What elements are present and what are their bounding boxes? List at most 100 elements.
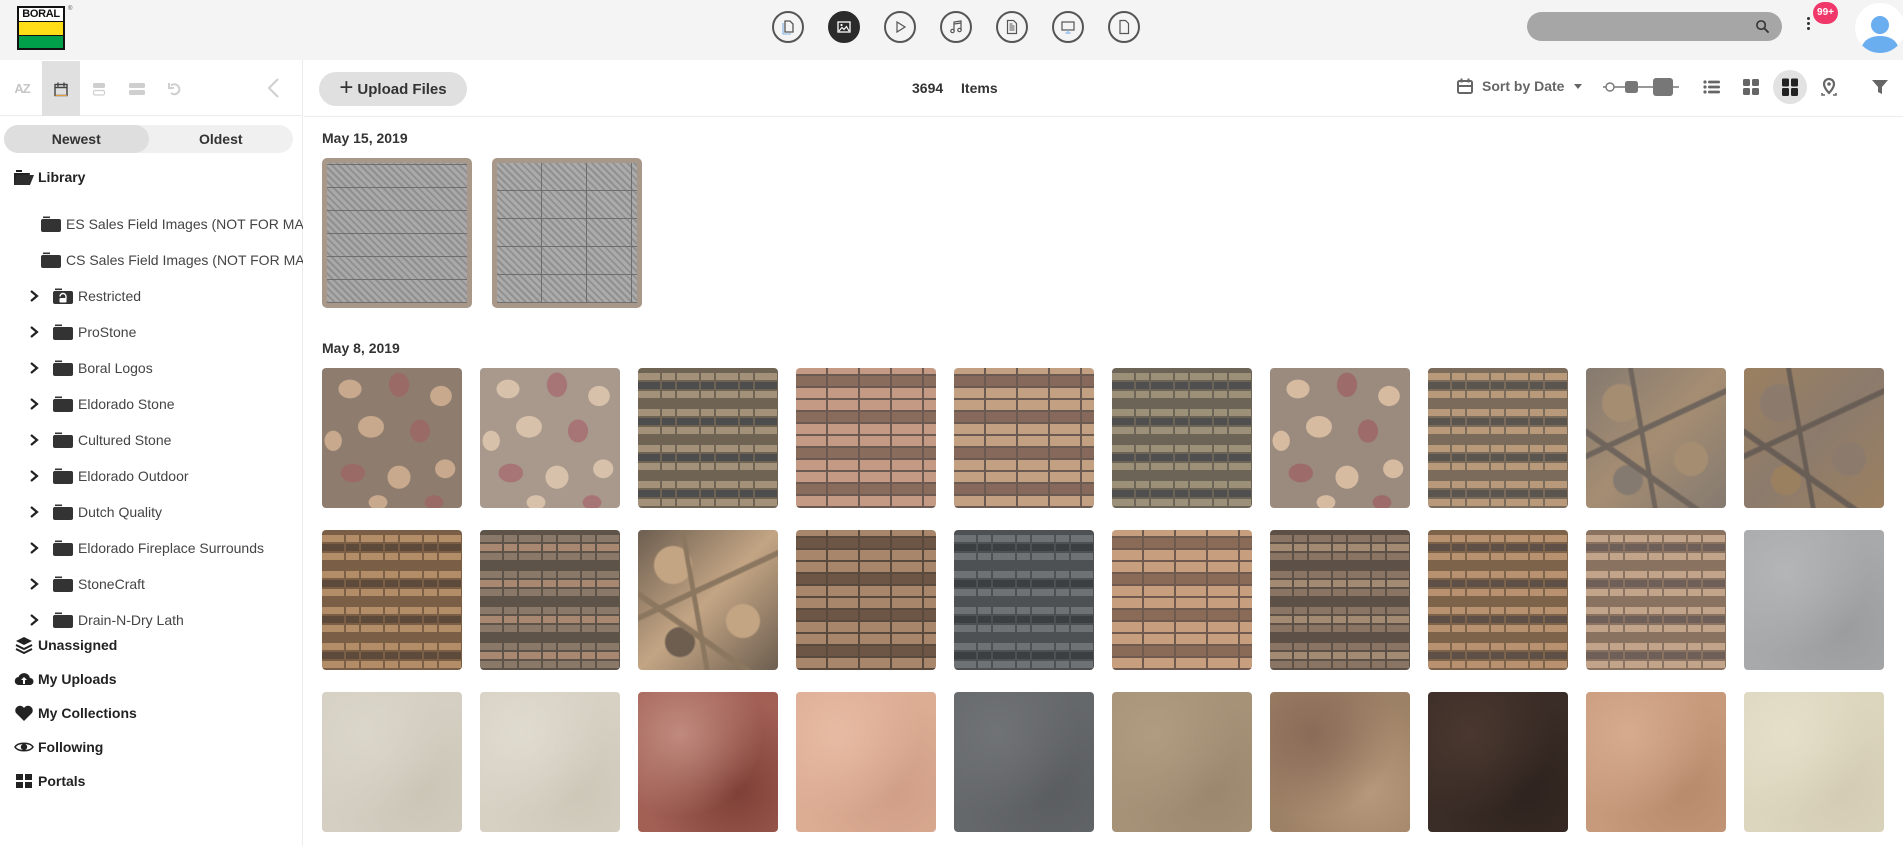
- sort-by-date-button[interactable]: [42, 61, 80, 116]
- asset-thumbnail[interactable]: [638, 692, 778, 832]
- asset-thumbnail[interactable]: [1270, 368, 1410, 508]
- asset-thumbnail[interactable]: [492, 158, 642, 308]
- thumbnail-size-slider[interactable]: [1601, 75, 1681, 99]
- filter-all-files-button[interactable]: [772, 11, 804, 43]
- asset-thumbnail[interactable]: [480, 530, 620, 670]
- asset-thumbnail[interactable]: [1744, 368, 1884, 508]
- chevron-right-icon[interactable]: [28, 325, 40, 339]
- sidebar-link-following[interactable]: Following: [14, 730, 137, 764]
- asset-thumbnail[interactable]: [796, 368, 936, 508]
- sidebar: AZ Newest Oldest Library ES Sales Field …: [0, 60, 303, 846]
- asset-thumbnail[interactable]: [1586, 530, 1726, 670]
- asset-thumbnail[interactable]: [322, 158, 472, 308]
- chevron-right-icon[interactable]: [28, 613, 40, 627]
- asset-thumbnail[interactable]: [1744, 530, 1884, 670]
- search-input[interactable]: [1527, 12, 1747, 41]
- folder-label: StoneCraft: [78, 576, 145, 592]
- filter-button[interactable]: [1863, 70, 1897, 104]
- asset-thumbnail[interactable]: [1744, 692, 1884, 832]
- folder-icon: [53, 576, 73, 592]
- asset-thumbnail[interactable]: [954, 692, 1094, 832]
- asset-thumbnail[interactable]: [480, 368, 620, 508]
- oldest-button[interactable]: Oldest: [149, 125, 294, 153]
- chevron-right-icon[interactable]: [28, 289, 40, 303]
- folder-item[interactable]: Eldorado Stone: [0, 386, 303, 422]
- folder-icon: [53, 504, 73, 520]
- asset-thumbnail[interactable]: [1428, 530, 1568, 670]
- folder-label: CS Sales Field Images (NOT FOR MARKETING…: [66, 252, 303, 268]
- asset-thumbnail[interactable]: [1270, 530, 1410, 670]
- chevron-right-icon[interactable]: [28, 397, 40, 411]
- notification-badge[interactable]: 99+: [1813, 2, 1838, 24]
- asset-thumbnail[interactable]: [1112, 692, 1252, 832]
- calendar-icon: [1457, 78, 1473, 94]
- asset-thumbnail[interactable]: [796, 530, 936, 670]
- asset-thumbnail[interactable]: [322, 368, 462, 508]
- chevron-right-icon[interactable]: [28, 541, 40, 555]
- asset-thumbnail[interactable]: [638, 368, 778, 508]
- folder-item[interactable]: Dutch Quality: [0, 494, 303, 530]
- view-list-button[interactable]: [1695, 70, 1729, 104]
- newest-button[interactable]: Newest: [4, 125, 149, 153]
- size-medium-stop[interactable]: [1625, 81, 1638, 93]
- folder-item[interactable]: Cultured Stone: [0, 422, 303, 458]
- folder-item[interactable]: Boral Logos: [0, 350, 303, 386]
- view-map-button[interactable]: [1812, 70, 1846, 104]
- reset-sort-button[interactable]: [156, 61, 194, 116]
- collapse-sidebar-icon[interactable]: [262, 75, 286, 101]
- size-large-stop[interactable]: [1653, 78, 1673, 96]
- chevron-right-icon[interactable]: [28, 505, 40, 519]
- more-menu-button[interactable]: [1802, 17, 1814, 37]
- chevron-right-icon[interactable]: [28, 433, 40, 447]
- asset-thumbnail[interactable]: [1586, 692, 1726, 832]
- asset-thumbnail[interactable]: [954, 530, 1094, 670]
- chevron-right-icon[interactable]: [28, 577, 40, 591]
- asset-thumbnail[interactable]: [1270, 692, 1410, 832]
- folder-icon: [53, 540, 73, 556]
- chevron-right-icon[interactable]: [28, 469, 40, 483]
- boral-logo[interactable]: BORAL ®: [17, 6, 72, 50]
- asset-thumbnail[interactable]: [638, 530, 778, 670]
- folder-item[interactable]: Eldorado Fireplace Surrounds: [0, 530, 303, 566]
- asset-thumbnail[interactable]: [322, 530, 462, 670]
- filter-audio-button[interactable]: [940, 11, 972, 43]
- sidebar-link-my-collections[interactable]: My Collections: [14, 696, 137, 730]
- asset-thumbnail[interactable]: [1112, 368, 1252, 508]
- asset-thumbnail[interactable]: [1586, 368, 1726, 508]
- folder-item[interactable]: Restricted: [0, 278, 303, 314]
- library-root[interactable]: Library: [13, 168, 85, 186]
- expand-all-button[interactable]: [80, 61, 118, 116]
- sidebar-link-my-uploads[interactable]: My Uploads: [14, 662, 137, 696]
- folder-item[interactable]: ES Sales Field Images (NOT FOR MARKETING…: [0, 206, 303, 242]
- sort-dropdown[interactable]: Sort by Date: [1456, 77, 1583, 95]
- asset-thumbnail[interactable]: [1428, 692, 1568, 832]
- view-grid-large-button[interactable]: [1773, 70, 1807, 104]
- sidebar-link-unassigned[interactable]: Unassigned: [14, 628, 137, 662]
- sidebar-link-portals[interactable]: Portals: [14, 764, 137, 798]
- asset-grid: May 15, 2019 May 8, 2019: [304, 118, 1903, 846]
- asset-thumbnail[interactable]: [322, 692, 462, 832]
- asset-thumbnail[interactable]: [954, 368, 1094, 508]
- user-avatar[interactable]: [1855, 3, 1903, 53]
- asset-thumbnail[interactable]: [1112, 530, 1252, 670]
- folder-item[interactable]: CS Sales Field Images (NOT FOR MARKETING…: [0, 242, 303, 278]
- filter-documents-button[interactable]: [996, 11, 1028, 43]
- filter-images-button[interactable]: [828, 11, 860, 43]
- size-small-stop[interactable]: [1605, 82, 1615, 92]
- calendar-icon: [54, 82, 68, 96]
- upload-files-button[interactable]: + Upload Files: [319, 72, 467, 106]
- folder-item[interactable]: Eldorado Outdoor: [0, 458, 303, 494]
- filter-presentations-button[interactable]: [1052, 11, 1084, 43]
- asset-thumbnail[interactable]: [1428, 368, 1568, 508]
- chevron-right-icon[interactable]: [28, 361, 40, 375]
- filter-video-button[interactable]: [884, 11, 916, 43]
- search-icon[interactable]: [1755, 19, 1770, 34]
- collapse-all-button[interactable]: [118, 61, 156, 116]
- view-grid-small-button[interactable]: [1734, 70, 1768, 104]
- filter-other-files-button[interactable]: [1108, 11, 1140, 43]
- folder-item[interactable]: ProStone: [0, 314, 303, 350]
- asset-thumbnail[interactable]: [480, 692, 620, 832]
- asset-thumbnail[interactable]: [796, 692, 936, 832]
- sort-alphabetical-button[interactable]: AZ: [3, 61, 41, 116]
- folder-item[interactable]: StoneCraft: [0, 566, 303, 602]
